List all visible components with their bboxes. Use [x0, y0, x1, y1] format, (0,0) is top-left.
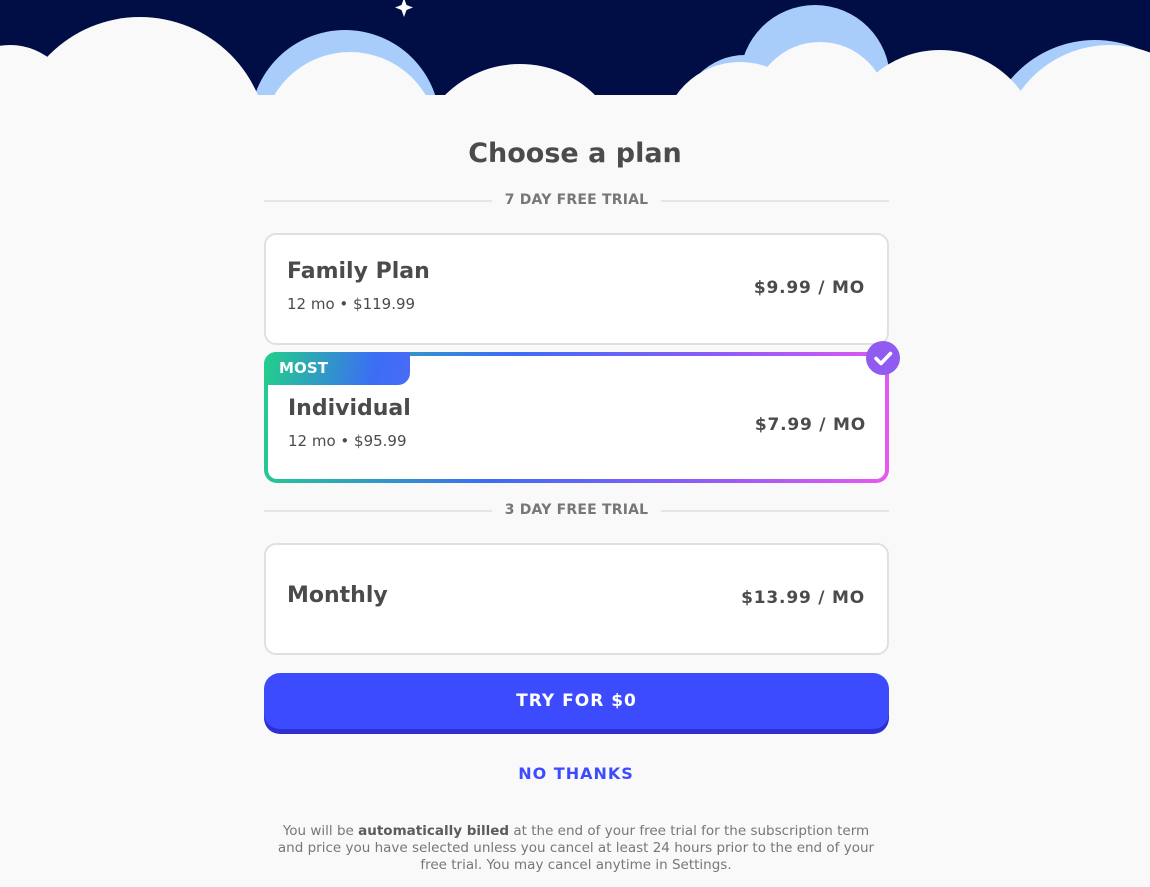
divider-line-right	[661, 200, 889, 202]
most-popular-badge: MOST POPULAR	[264, 352, 410, 410]
section-divider-7-day: 7 DAY FREE TRIAL	[264, 191, 889, 211]
plan-term-total: 12 mo • $95.99	[288, 432, 407, 450]
plan-price: $7.99 / MO	[754, 415, 866, 435]
plan-term-total: 12 mo • $119.99	[287, 295, 416, 313]
plan-name: Monthly	[287, 583, 388, 608]
page-title: Choose a plan	[468, 138, 682, 169]
plan-card-family[interactable]: Family Plan 12 mo • $119.99 $9.99 / MO	[264, 233, 889, 345]
plan-price: $9.99 / MO	[753, 278, 865, 298]
disclaimer-bold: automatically billed	[358, 823, 510, 839]
night-sky-header	[0, 0, 1150, 110]
plan-price: $13.99 / MO	[741, 588, 865, 608]
divider-line-right	[661, 510, 889, 512]
plan-name: Family Plan	[287, 259, 430, 284]
plan-name: Individual	[288, 396, 411, 421]
billing-disclaimer: You will be automatically billed at the …	[270, 823, 882, 874]
disclaimer-prefix: You will be	[282, 823, 359, 839]
plan-card-individual[interactable]: MOST POPULAR Individual 12 mo • $95.99 $…	[264, 352, 889, 483]
try-for-free-button[interactable]: TRY FOR $0	[264, 673, 889, 729]
no-thanks-link[interactable]: NO THANKS	[476, 760, 676, 786]
section-divider-3-day: 3 DAY FREE TRIAL	[264, 501, 889, 521]
plan-card-monthly[interactable]: Monthly $13.99 / MO	[264, 543, 889, 655]
checkmark-icon	[866, 341, 900, 375]
